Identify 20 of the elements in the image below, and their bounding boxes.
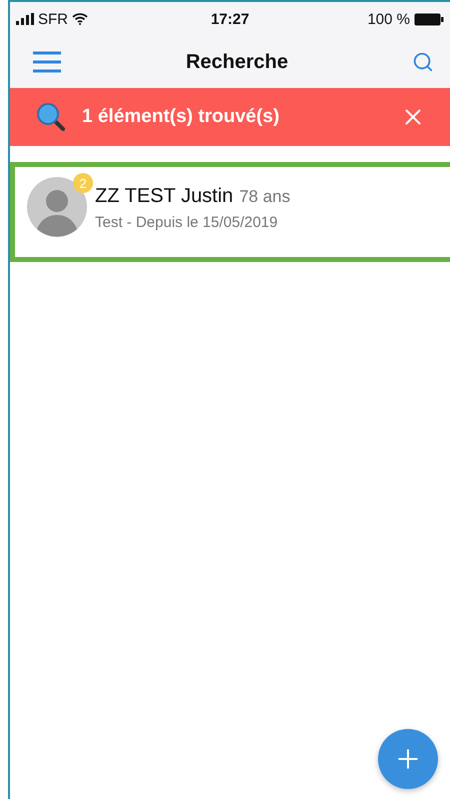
battery-icon xyxy=(414,12,444,26)
count-badge: 2 xyxy=(73,173,93,193)
carrier-name: SFR xyxy=(38,10,68,28)
page-title: Recherche xyxy=(186,50,288,74)
result-item[interactable]: 2 ZZ TEST Justin 78 ans Test - Depuis le 15/05/2019 xyxy=(10,162,450,262)
menu-button[interactable] xyxy=(32,51,62,73)
results-count: 1 élément(s) trouvé(s) xyxy=(82,106,280,128)
signal-icon xyxy=(16,13,34,25)
battery-percent: 100 % xyxy=(367,10,410,28)
avatar-icon xyxy=(27,177,87,237)
status-time: 17:27 xyxy=(210,10,250,28)
wifi-icon xyxy=(72,13,88,25)
person-name: ZZ TEST Justin xyxy=(95,185,234,208)
add-button[interactable] xyxy=(378,729,438,789)
search-icon xyxy=(36,102,66,132)
search-icon xyxy=(412,51,434,73)
person-age: 78 ans xyxy=(239,187,290,207)
result-subtitle: Test - Depuis le 15/05/2019 xyxy=(95,214,279,231)
search-button[interactable] xyxy=(412,51,434,73)
menu-icon xyxy=(32,51,62,73)
